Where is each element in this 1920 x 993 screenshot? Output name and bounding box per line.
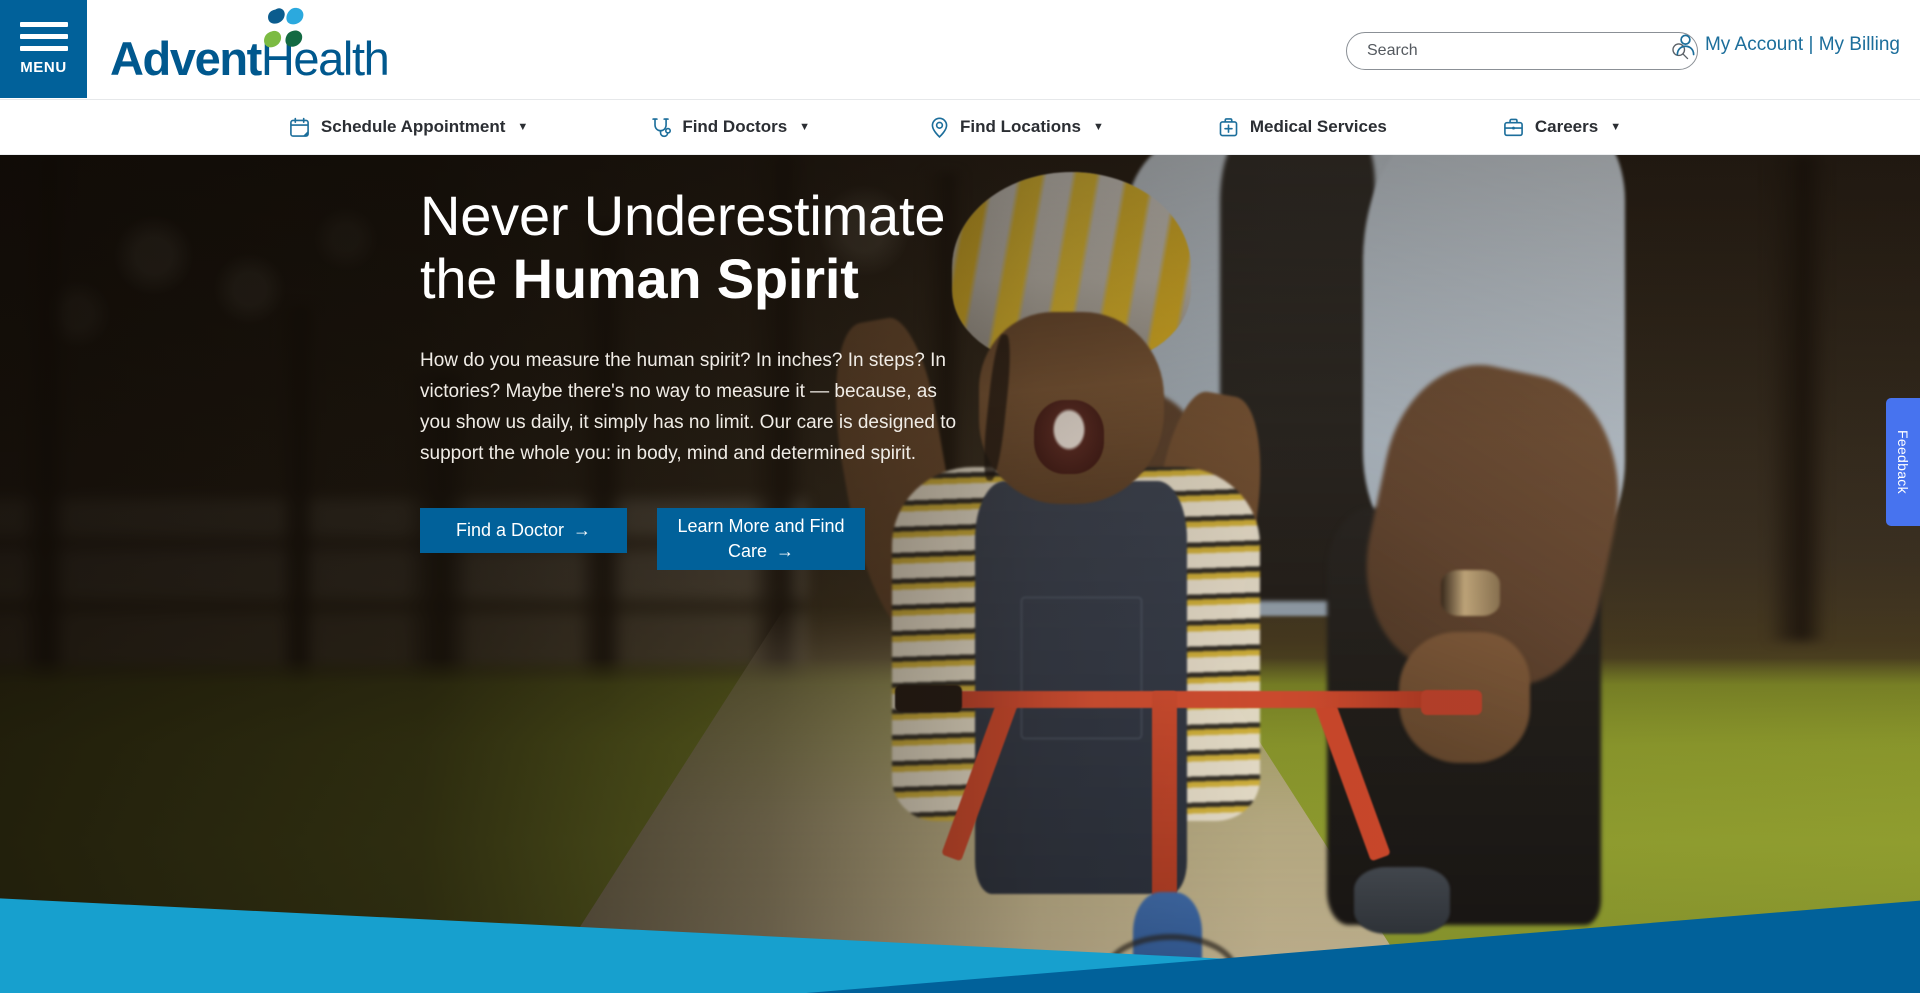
- find-a-doctor-label: Find a Doctor: [455, 519, 565, 540]
- nav-item-schedule-appointment[interactable]: Schedule Appointment ▼: [261, 116, 556, 138]
- hero-heading-line1: Never Underestimate: [420, 184, 946, 247]
- chevron-down-icon: ▼: [799, 121, 811, 133]
- hero-paragraph: How do you measure the human spirit? In …: [420, 350, 957, 464]
- chevron-down-icon: ▼: [1092, 121, 1104, 133]
- nav-item-find-locations[interactable]: Find Locations ▼: [900, 116, 1132, 138]
- map-pin-icon: [928, 116, 950, 138]
- page-root: MENU AdventHealth Search My Account | My…: [0, 0, 1920, 993]
- nav-item-careers[interactable]: Careers ▼: [1475, 116, 1649, 138]
- primary-navigation: Schedule Appointment ▼ Find Doctors ▼ Fi…: [0, 100, 1920, 155]
- learn-more-label-line1: Learn More and Find: [677, 516, 845, 537]
- user-icon: [1676, 34, 1695, 56]
- stethoscope-icon: [650, 116, 672, 138]
- hero-cta-group: Find a Doctor → Learn More and Find Care…: [420, 507, 980, 570]
- menu-button-label: MENU: [20, 59, 67, 76]
- hero-heading-line2-light: the: [420, 246, 513, 310]
- hamburger-icon: [19, 22, 68, 51]
- nav-label-medical-services: Medical Services: [1249, 117, 1387, 136]
- site-header: MENU AdventHealth Search My Account | My…: [0, 0, 1920, 100]
- nav-label-find-locations: Find Locations: [960, 117, 1081, 136]
- feedback-tab-label: Feedback: [1895, 430, 1911, 494]
- menu-button[interactable]: MENU: [0, 0, 87, 98]
- search-input[interactable]: [1347, 42, 1663, 60]
- logo-wordmark: AdventHealth: [110, 32, 390, 85]
- nav-label-careers: Careers: [1534, 117, 1599, 136]
- arrow-right-icon: →: [776, 540, 794, 561]
- search-box[interactable]: [1346, 32, 1698, 70]
- logo-word-advent: Advent: [110, 32, 262, 85]
- briefcase-icon: [1503, 116, 1525, 138]
- nav-item-medical-services[interactable]: Medical Services: [1190, 116, 1415, 138]
- my-account-label: My Account | My Billing: [1704, 33, 1900, 55]
- nav-item-find-doctors[interactable]: Find Doctors ▼: [622, 116, 838, 138]
- learn-more-label-line2: Care: [727, 540, 767, 561]
- adventhealth-leaf-logo-icon: [264, 7, 304, 48]
- my-account-link[interactable]: My Account | My Billing: [1675, 33, 1900, 56]
- nav-label-schedule-appointment: Schedule Appointment: [320, 117, 506, 136]
- chevron-down-icon: ▼: [517, 121, 529, 133]
- medical-kit-icon: [1218, 116, 1240, 138]
- hero-content: Never Underestimate the Human Spirit How…: [420, 184, 980, 570]
- find-a-doctor-button[interactable]: Find a Doctor →: [420, 507, 627, 553]
- feedback-tab[interactable]: Feedback: [1886, 398, 1920, 526]
- learn-more-find-care-button[interactable]: Learn More and Find Care →: [657, 507, 865, 570]
- nav-label-find-doctors: Find Doctors: [682, 117, 788, 136]
- learn-more-line2-wrap: Care →: [728, 539, 794, 563]
- hero-heading-line2-bold: Human Spirit: [512, 246, 859, 310]
- arrow-right-icon: →: [573, 520, 592, 540]
- chevron-down-icon: ▼: [1610, 121, 1622, 133]
- hero-heading: Never Underestimate the Human Spirit: [420, 184, 980, 310]
- adventhealth-logo[interactable]: AdventHealth: [110, 7, 390, 85]
- calendar-icon: [289, 116, 311, 138]
